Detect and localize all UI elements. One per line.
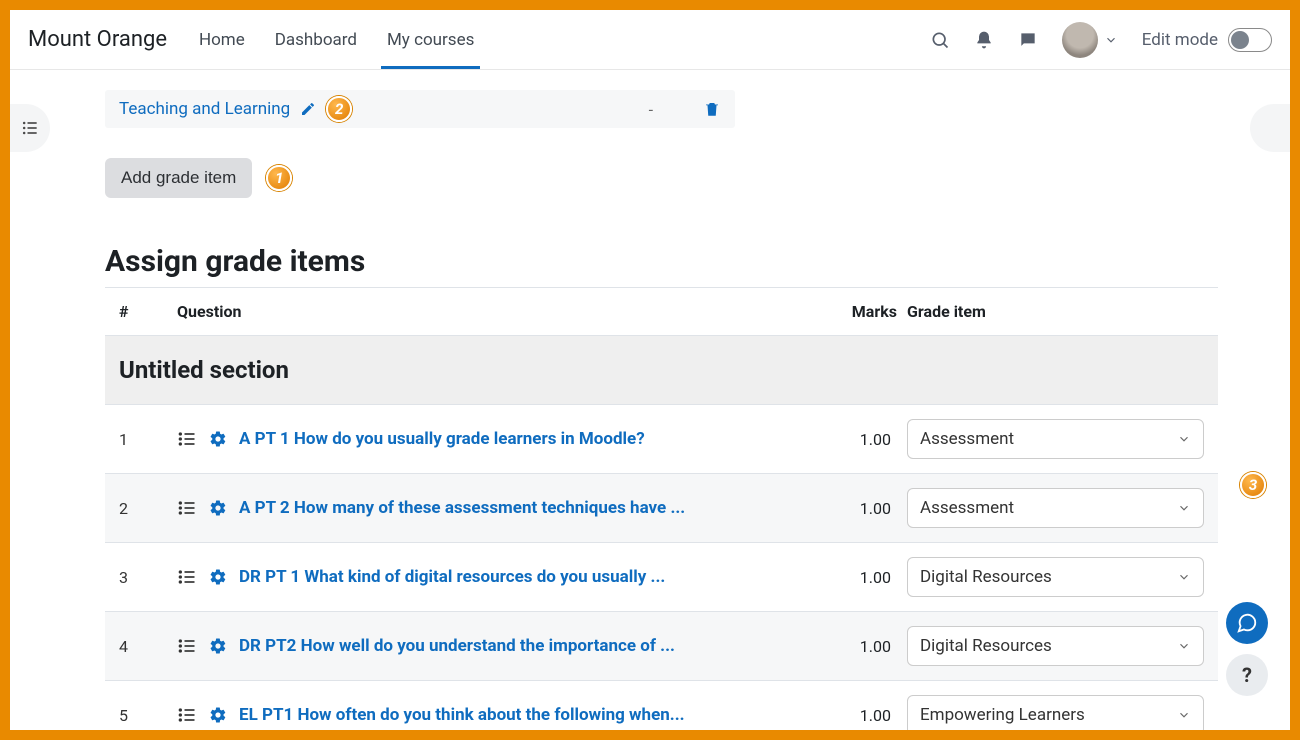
assign-heading: Assign grade items: [105, 244, 1218, 279]
table-row: 2 A PT 2 How many of these assessment tec…: [105, 474, 1218, 543]
content: Teaching and Learning 2 - Add grade item…: [10, 70, 1290, 730]
question-link[interactable]: DR PT2 How well do you understand the im…: [239, 636, 675, 656]
question-link[interactable]: EL PT1 How often do you think about the …: [239, 705, 685, 725]
list-icon: [177, 705, 197, 725]
grade-table: # Question Marks Grade item Untitled sec…: [105, 287, 1218, 730]
col-question: Question: [177, 302, 797, 321]
edit-mode-toggle[interactable]: [1228, 28, 1272, 52]
main-nav: Home Dashboard My courses: [197, 12, 476, 68]
chat-fab[interactable]: [1226, 602, 1268, 644]
grade-item-select[interactable]: Empowering Learners: [907, 695, 1204, 730]
help-fab[interactable]: ?: [1226, 654, 1268, 696]
table-header: # Question Marks Grade item: [105, 288, 1218, 336]
marks: 1.00: [807, 706, 897, 725]
gear-icon[interactable]: [209, 430, 227, 448]
gear-icon[interactable]: [209, 568, 227, 586]
chevron-down-icon: [1177, 432, 1191, 446]
chevron-down-icon: [1177, 501, 1191, 515]
edit-icon[interactable]: [300, 101, 316, 117]
table-row: 3 DR PT 1 What kind of digital resources …: [105, 543, 1218, 612]
gear-icon[interactable]: [209, 706, 227, 724]
question-link[interactable]: DR PT 1 What kind of digital resources d…: [239, 567, 665, 587]
question-link[interactable]: A PT 2 How many of these assessment tech…: [239, 498, 685, 518]
chat-icon[interactable]: [1018, 30, 1038, 50]
dash: -: [649, 100, 653, 119]
grade-item-select[interactable]: Digital Resources: [907, 557, 1204, 597]
table-row: 4 DR PT2 How well do you understand the i…: [105, 612, 1218, 681]
col-marks: Marks: [807, 302, 897, 321]
grade-item-select[interactable]: Assessment: [907, 419, 1204, 459]
chevron-down-icon: [1177, 708, 1191, 722]
delete-icon[interactable]: [703, 100, 721, 118]
brand[interactable]: Mount Orange: [28, 27, 167, 52]
gear-icon[interactable]: [209, 637, 227, 655]
annotation-2: 2: [326, 96, 352, 122]
drawer-toggle-right[interactable]: [1250, 104, 1290, 152]
col-num: #: [119, 302, 167, 321]
annotation-3: 3: [1240, 472, 1266, 498]
edit-mode: Edit mode: [1142, 28, 1272, 52]
edit-mode-label: Edit mode: [1142, 30, 1218, 50]
table-row: 1 A PT 1 How do you usually grade learner…: [105, 405, 1218, 474]
chevron-down-icon: [1177, 570, 1191, 584]
teaching-learning-link[interactable]: Teaching and Learning: [119, 99, 290, 119]
row-num: 5: [119, 706, 167, 725]
row-num: 3: [119, 568, 167, 587]
annotation-1: 1: [266, 165, 292, 191]
list-icon: [177, 498, 197, 518]
bell-icon[interactable]: [974, 30, 994, 50]
user-menu[interactable]: [1062, 22, 1118, 58]
nav-home[interactable]: Home: [197, 12, 247, 68]
col-gradeitem: Grade item: [907, 302, 1204, 321]
add-grade-item-button[interactable]: Add grade item: [105, 158, 252, 198]
nav-dashboard[interactable]: Dashboard: [273, 12, 359, 68]
search-icon[interactable]: [930, 30, 950, 50]
marks: 1.00: [807, 637, 897, 656]
avatar: [1062, 22, 1098, 58]
list-icon: [177, 567, 197, 587]
row-num: 1: [119, 430, 167, 449]
chevron-down-icon: [1104, 33, 1118, 47]
grade-item-row: Teaching and Learning 2 -: [105, 90, 735, 128]
grade-item-select[interactable]: Digital Resources: [907, 626, 1204, 666]
marks: 1.00: [807, 430, 897, 449]
topbar: Mount Orange Home Dashboard My courses E…: [10, 10, 1290, 70]
question-link[interactable]: A PT 1 How do you usually grade learners…: [239, 429, 645, 449]
marks: 1.00: [807, 568, 897, 587]
list-icon: [177, 636, 197, 656]
table-row: 5 EL PT1 How often do you think about the…: [105, 681, 1218, 730]
row-num: 4: [119, 637, 167, 656]
nav-mycourses[interactable]: My courses: [385, 12, 476, 68]
list-icon: [177, 429, 197, 449]
grade-item-select[interactable]: Assessment: [907, 488, 1204, 528]
chevron-down-icon: [1177, 639, 1191, 653]
gear-icon[interactable]: [209, 499, 227, 517]
marks: 1.00: [807, 499, 897, 518]
row-num: 2: [119, 499, 167, 518]
section-header: Untitled section: [105, 336, 1218, 405]
